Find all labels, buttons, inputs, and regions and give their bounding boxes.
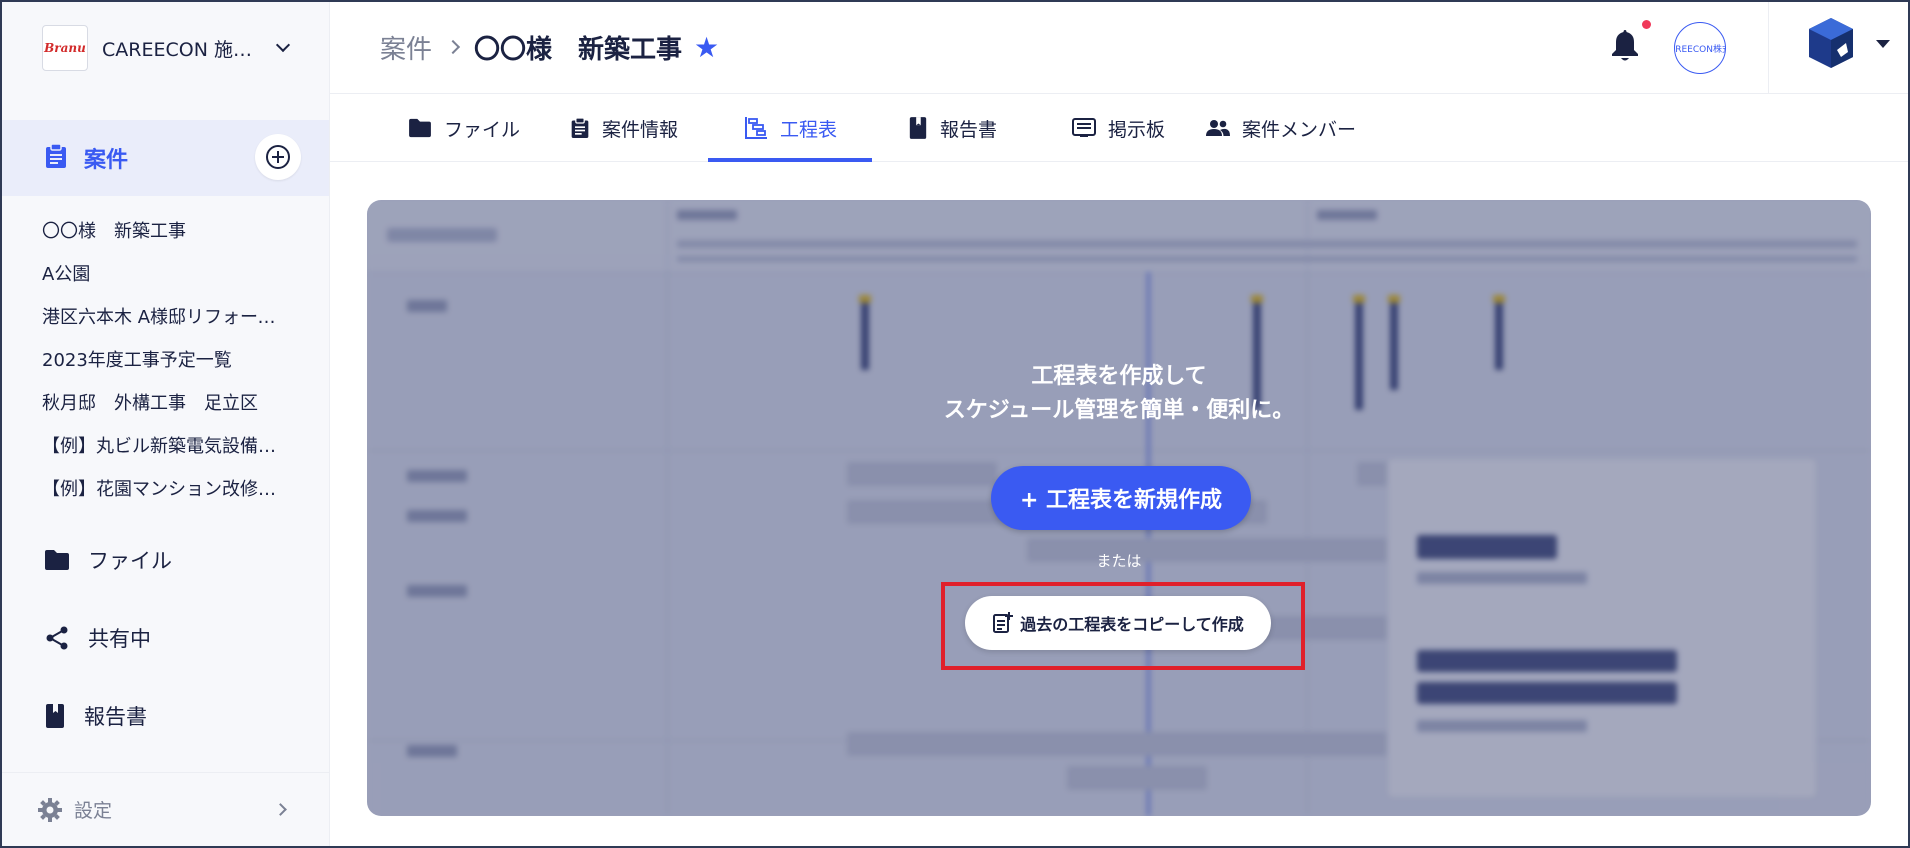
sidebar: Branu CAREECON 施工管理 案件 〇〇様 新築工事 A公園 港区六本…	[2, 2, 330, 846]
create-schedule-button[interactable]: + 工程表を新規作成	[991, 466, 1251, 530]
app-window: Branu CAREECON 施工管理 案件 〇〇様 新築工事 A公園 港区六本…	[0, 0, 1910, 848]
breadcrumb: 案件 〇〇様 新築工事 ★	[380, 24, 719, 70]
tab-files[interactable]: ファイル	[404, 94, 524, 162]
people-icon	[1206, 120, 1230, 136]
page-title: 〇〇様 新築工事	[474, 34, 683, 65]
folder-icon	[409, 118, 431, 138]
company-avatar-text: AREECON株式	[1675, 44, 1725, 55]
project-list-item[interactable]: 秋月邸 外構工事 足立区	[42, 382, 292, 425]
tab-project-info[interactable]: 案件情報	[566, 94, 682, 162]
project-list: 〇〇様 新築工事 A公園 港区六本木 A様邸リフォーム工事 2023年度工事予定…	[42, 210, 292, 511]
sidebar-item-projects[interactable]: 案件	[2, 120, 329, 196]
chevron-right-icon	[274, 803, 287, 816]
clipboard-icon	[571, 117, 589, 138]
tab-label: 報告書	[940, 118, 998, 141]
settings-button[interactable]: 設定	[2, 772, 329, 846]
empty-state-line1: 工程表を作成して	[1031, 364, 1207, 389]
schedule-empty-panel: 工程表を作成して スケジュール管理を簡単・便利に。 + 工程表を新規作成 または…	[367, 200, 1871, 816]
bell-icon	[1612, 30, 1638, 61]
caret-down-icon[interactable]	[1876, 40, 1890, 48]
breadcrumb-parent[interactable]: 案件	[380, 29, 432, 66]
tab-reports[interactable]: 報告書	[904, 94, 1001, 162]
add-project-button[interactable]	[255, 134, 301, 180]
empty-state-line2: スケジュール管理を簡単・便利に。	[943, 398, 1295, 423]
cube-avatar-icon	[1809, 18, 1853, 68]
copy-button-label: 過去の工程表をコピーして作成	[1020, 615, 1244, 634]
tab-label: 案件情報	[602, 118, 679, 141]
book-icon	[46, 704, 64, 728]
chevron-down-icon	[275, 37, 291, 53]
book-icon	[909, 117, 927, 139]
org-logo: Branu	[42, 25, 88, 71]
folder-icon	[45, 550, 69, 570]
gantt-icon	[745, 117, 767, 139]
board-icon	[1072, 118, 1096, 137]
notification-button[interactable]	[1610, 28, 1640, 66]
user-avatar[interactable]	[1806, 16, 1856, 74]
settings-label: 設定	[74, 800, 113, 822]
notification-badge	[1642, 20, 1651, 29]
star-icon[interactable]: ★	[694, 31, 719, 64]
sidebar-item-files[interactable]: ファイル	[44, 540, 172, 580]
tab-label: ファイル	[444, 118, 521, 141]
empty-state-message: 工程表を作成して スケジュール管理を簡単・便利に。	[367, 360, 1871, 428]
top-header: 案件 〇〇様 新築工事 ★ AREECON株式	[330, 2, 1908, 94]
sidebar-item-label: 共有中	[88, 627, 151, 651]
company-avatar[interactable]: AREECON株式	[1674, 22, 1726, 74]
project-list-item[interactable]: 〇〇様 新築工事	[42, 210, 292, 253]
org-switcher[interactable]: Branu CAREECON 施工管理	[42, 24, 291, 72]
copy-past-schedule-button[interactable]: 過去の工程表をコピーして作成	[965, 596, 1271, 650]
header-divider	[1768, 2, 1769, 94]
project-list-item[interactable]: 港区六本木 A様邸リフォーム工事	[42, 296, 292, 339]
share-icon	[46, 626, 68, 650]
tab-label: 工程表	[780, 118, 838, 141]
sidebar-item-label: 案件	[84, 148, 129, 173]
or-divider-text: または	[1096, 552, 1142, 570]
gear-icon	[38, 797, 62, 822]
copy-document-icon	[993, 612, 1014, 633]
org-logo-text: Branu	[44, 41, 86, 55]
tab-board[interactable]: 掲示板	[1068, 94, 1169, 162]
project-tabs: ファイル 案件情報 工程表 報告書 掲示板 案件メンバー	[330, 94, 1908, 162]
tab-members[interactable]: 案件メンバー	[1202, 94, 1360, 162]
active-tab-indicator	[708, 158, 872, 162]
tab-schedule[interactable]: 工程表	[740, 94, 841, 162]
project-list-item[interactable]: A公園	[42, 253, 292, 296]
org-name: CAREECON 施工管理	[102, 38, 262, 61]
sidebar-item-shared[interactable]: 共有中	[44, 618, 151, 658]
project-list-item[interactable]: 【例】丸ビル新築電気設備工事	[42, 425, 292, 468]
sidebar-item-reports[interactable]: 報告書	[44, 696, 147, 736]
project-list-item[interactable]: 【例】花園マンション改修工事	[42, 468, 292, 511]
tab-label: 案件メンバー	[1242, 118, 1357, 141]
sidebar-item-label: ファイル	[88, 549, 172, 573]
plus-circle-icon	[266, 145, 290, 169]
project-list-item[interactable]: 2023年度工事予定一覧	[42, 339, 292, 382]
sidebar-item-label: 報告書	[84, 705, 147, 729]
tab-label: 掲示板	[1108, 118, 1166, 141]
clipboard-icon	[44, 143, 68, 173]
chevron-right-icon	[445, 39, 461, 55]
